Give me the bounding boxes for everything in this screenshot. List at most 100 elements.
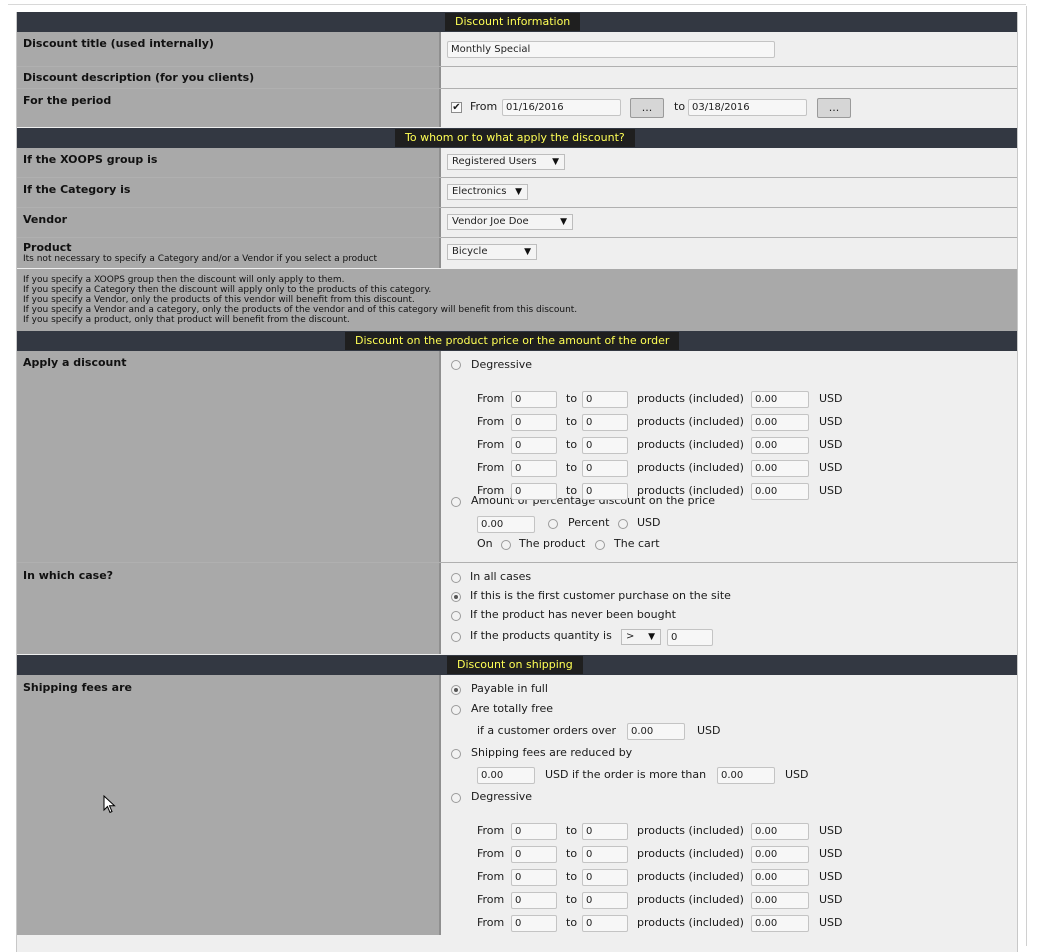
tier-from-input[interactable]: 0 (511, 823, 557, 840)
tier-to-input[interactable]: 0 (582, 869, 628, 886)
period-to-input[interactable]: 03/18/2016 (688, 99, 807, 116)
tier-amount-input[interactable]: 0.00 (751, 915, 809, 932)
tier-from-input[interactable]: 0 (511, 915, 557, 932)
quantity-input[interactable]: 0 (667, 629, 713, 646)
window-top-edge (8, 4, 1026, 7)
section-title: To whom or to what apply the discount? (395, 129, 635, 147)
tier-amount-input[interactable]: 0.00 (751, 391, 809, 408)
tier-from-input[interactable]: 0 (511, 892, 557, 909)
tier-to-input[interactable]: 0 (582, 437, 628, 454)
tier-products-label: products (included) (637, 484, 744, 497)
period-from-label: From (470, 100, 498, 113)
totally-free-radio[interactable] (451, 705, 461, 715)
row-shipping-fees: Shipping fees are Payable in full Are to… (17, 675, 1017, 935)
tier-from-input[interactable]: 0 (511, 460, 557, 477)
tier-amount-input[interactable]: 0.00 (751, 483, 809, 500)
tier-products-label: products (included) (637, 824, 744, 837)
amount-percentage-radio[interactable] (451, 497, 461, 507)
apply-discount-label: Apply a discount (23, 356, 127, 369)
reduced-by-label: Shipping fees are reduced by (471, 746, 633, 759)
reduced-threshold-input[interactable]: 0.00 (717, 767, 775, 784)
tier-from-input[interactable]: 0 (511, 437, 557, 454)
discount-title-input[interactable]: Monthly Special (447, 41, 775, 58)
on-label: On (477, 537, 493, 550)
tier-currency: USD (819, 461, 843, 474)
quantity-operator-select[interactable]: > ▼ (621, 629, 661, 645)
period-label: For the period (23, 94, 112, 107)
note-line: If you specify a Category then the disco… (23, 285, 432, 295)
section-header-discount-information: Discount information (17, 12, 1017, 32)
tier-to-input[interactable]: 0 (582, 483, 628, 500)
case-never-label: If the product has never been bought (470, 608, 676, 621)
tier-to-input[interactable]: 0 (582, 915, 628, 932)
tier-to-input[interactable]: 0 (582, 892, 628, 909)
tier-to-input[interactable]: 0 (582, 414, 628, 431)
tier-amount-input[interactable]: 0.00 (751, 414, 809, 431)
xoops-group-select[interactable]: Registered Users ▼ (447, 154, 565, 170)
chevron-down-icon: ▼ (552, 157, 559, 167)
tier-amount-input[interactable]: 0.00 (751, 437, 809, 454)
period-from-picker-button[interactable]: ... (630, 98, 664, 118)
row-product: Product Its not necessary to specify a C… (17, 238, 1017, 268)
tier-to-label: to (566, 916, 578, 929)
case-never-radio[interactable] (451, 611, 461, 621)
tier-amount-input[interactable]: 0.00 (751, 869, 809, 886)
payable-full-label: Payable in full (471, 682, 548, 695)
tier-to-input[interactable]: 0 (582, 823, 628, 840)
tier-from-label: From (477, 847, 505, 860)
tier-products-label: products (included) (637, 415, 744, 428)
case-all-radio[interactable] (451, 573, 461, 583)
usd-radio[interactable] (618, 519, 628, 529)
tier-products-label: products (included) (637, 893, 744, 906)
product-hint: Its not necessary to specify a Category … (23, 254, 378, 264)
tier-amount-input[interactable]: 0.00 (751, 846, 809, 863)
tier-to-input[interactable]: 0 (582, 460, 628, 477)
period-from-input[interactable]: 01/16/2016 (502, 99, 621, 116)
tier-to-input[interactable]: 0 (582, 846, 628, 863)
tier-from-label: From (477, 461, 505, 474)
case-quantity-label: If the products quantity is (470, 629, 612, 642)
tier-to-label: to (566, 461, 578, 474)
tier-from-input[interactable]: 0 (511, 483, 557, 500)
reduced-by-radio[interactable] (451, 749, 461, 759)
tier-amount-input[interactable]: 0.00 (751, 892, 809, 909)
reduced-value-input[interactable]: 0.00 (477, 767, 535, 784)
period-checkbox[interactable]: ✔ (451, 102, 462, 113)
amount-input[interactable]: 0.00 (477, 516, 535, 533)
chevron-down-icon: ▼ (515, 187, 522, 197)
period-to-label: to (674, 100, 686, 113)
discount-description-field[interactable] (441, 67, 1017, 88)
period-to-picker-button[interactable]: ... (817, 98, 851, 118)
tier-from-input[interactable]: 0 (511, 846, 557, 863)
section-title: Discount on the product price or the amo… (345, 332, 680, 350)
tier-to-input[interactable]: 0 (582, 391, 628, 408)
product-label: Product (23, 241, 72, 254)
the-cart-radio[interactable] (595, 540, 605, 550)
tier-from-input[interactable]: 0 (511, 414, 557, 431)
degressive-radio[interactable] (451, 360, 461, 370)
the-product-radio[interactable] (501, 540, 511, 550)
case-quantity-radio[interactable] (451, 632, 461, 642)
tier-from-input[interactable]: 0 (511, 869, 557, 886)
tier-currency: USD (819, 415, 843, 428)
tier-from-label: From (477, 824, 505, 837)
tier-amount-input[interactable]: 0.00 (751, 823, 809, 840)
tier-amount-input[interactable]: 0.00 (751, 460, 809, 477)
category-select[interactable]: Electronics ▼ (447, 184, 528, 200)
vendor-select[interactable]: Vendor Joe Doe ▼ (447, 214, 573, 230)
payable-full-radio[interactable] (451, 685, 461, 695)
tier-to-label: to (566, 870, 578, 883)
tier-from-label: From (477, 484, 505, 497)
mouse-cursor-icon (103, 795, 116, 814)
section-header-shipping: Discount on shipping (17, 655, 1017, 675)
shipping-degressive-radio[interactable] (451, 793, 461, 803)
vendor-label: Vendor (23, 213, 68, 226)
case-first-radio[interactable] (451, 592, 461, 602)
product-select[interactable]: Bicycle ▼ (447, 244, 537, 260)
percent-radio[interactable] (548, 519, 558, 529)
the-cart-label: The cart (614, 537, 660, 550)
totally-free-label: Are totally free (471, 702, 553, 715)
free-threshold-input[interactable]: 0.00 (627, 723, 685, 740)
tier-from-input[interactable]: 0 (511, 391, 557, 408)
tier-currency: USD (819, 893, 843, 906)
